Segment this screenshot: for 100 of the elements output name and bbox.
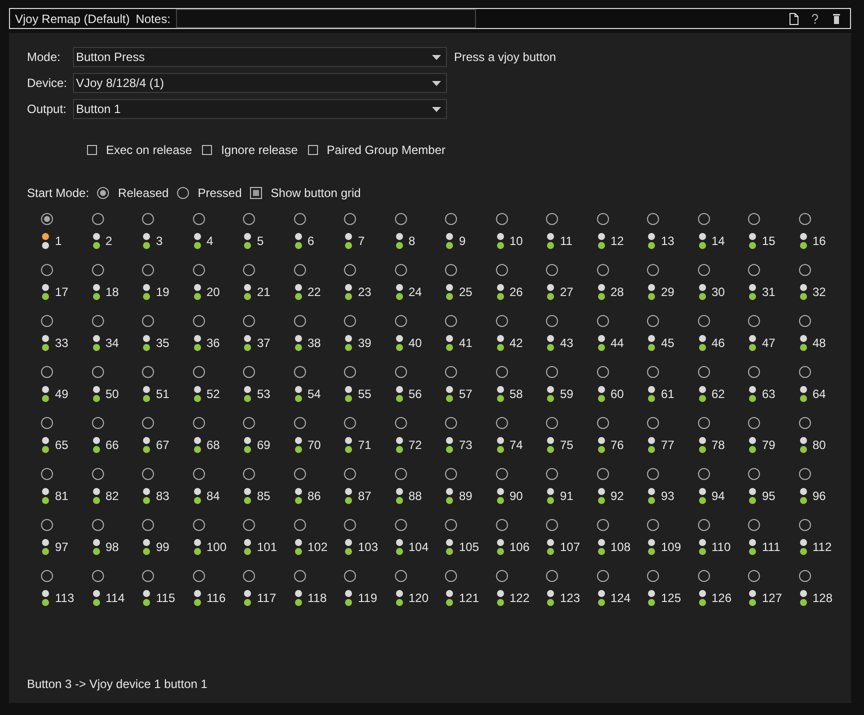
- radio-button[interactable]: [394, 264, 406, 276]
- radio-button[interactable]: [92, 570, 104, 582]
- document-icon[interactable]: [788, 12, 800, 24]
- radio-button[interactable]: [192, 366, 204, 378]
- radio-button[interactable]: [596, 264, 608, 276]
- radio-button[interactable]: [394, 468, 406, 480]
- radio-button[interactable]: [192, 519, 204, 531]
- radio-button[interactable]: [41, 315, 53, 327]
- radio-button[interactable]: [294, 264, 306, 276]
- radio-button[interactable]: [294, 468, 306, 480]
- radio-button[interactable]: [192, 570, 204, 582]
- radio-button[interactable]: [546, 366, 558, 378]
- radio-button[interactable]: [394, 213, 406, 225]
- radio-button[interactable]: [445, 468, 457, 480]
- radio-button[interactable]: [596, 366, 608, 378]
- radio-button[interactable]: [748, 315, 760, 327]
- radio-button[interactable]: [647, 519, 659, 531]
- radio-button[interactable]: [92, 366, 104, 378]
- radio-button[interactable]: [445, 570, 457, 582]
- radio-button[interactable]: [243, 315, 255, 327]
- dropdown[interactable]: VJoy 8/128/4 (1): [73, 73, 447, 93]
- radio-button[interactable]: [243, 468, 255, 480]
- radio-button[interactable]: [546, 213, 558, 225]
- radio-button[interactable]: [596, 417, 608, 429]
- radio-button[interactable]: [394, 366, 406, 378]
- radio-button[interactable]: [243, 264, 255, 276]
- radio-button[interactable]: [596, 519, 608, 531]
- radio-button[interactable]: [596, 213, 608, 225]
- radio-button[interactable]: [142, 213, 154, 225]
- radio-button[interactable]: [394, 417, 406, 429]
- radio-button[interactable]: [344, 213, 356, 225]
- radio-button[interactable]: [176, 187, 189, 199]
- radio-button[interactable]: [92, 315, 104, 327]
- radio-button[interactable]: [445, 519, 457, 531]
- radio-button[interactable]: [344, 417, 356, 429]
- radio-button[interactable]: [243, 570, 255, 582]
- radio-button[interactable]: [546, 264, 558, 276]
- radio-button[interactable]: [294, 417, 306, 429]
- radio-button[interactable]: [192, 315, 204, 327]
- radio-button[interactable]: [546, 519, 558, 531]
- dropdown[interactable]: Button Press: [73, 47, 447, 67]
- radio-button[interactable]: [647, 264, 659, 276]
- radio-button[interactable]: [243, 519, 255, 531]
- radio-button[interactable]: [698, 570, 710, 582]
- radio-button[interactable]: [192, 417, 204, 429]
- radio-button[interactable]: [496, 366, 508, 378]
- radio-button[interactable]: [445, 417, 457, 429]
- trash-icon[interactable]: [830, 12, 842, 24]
- radio-button[interactable]: [496, 213, 508, 225]
- radio-button[interactable]: [344, 468, 356, 480]
- radio-button[interactable]: [596, 315, 608, 327]
- notes-field[interactable]: [176, 9, 476, 28]
- radio-button[interactable]: [41, 468, 53, 480]
- radio-button[interactable]: [546, 315, 558, 327]
- radio-button[interactable]: [142, 417, 154, 429]
- radio-button[interactable]: [92, 468, 104, 480]
- radio-button[interactable]: [142, 264, 154, 276]
- radio-button[interactable]: [798, 264, 810, 276]
- radio-button[interactable]: [647, 315, 659, 327]
- radio-button[interactable]: [445, 366, 457, 378]
- radio-button[interactable]: [748, 417, 760, 429]
- radio-button[interactable]: [748, 264, 760, 276]
- radio-button[interactable]: [92, 417, 104, 429]
- radio-button[interactable]: [41, 213, 53, 225]
- radio-button[interactable]: [798, 366, 810, 378]
- radio-button[interactable]: [192, 468, 204, 480]
- radio-button[interactable]: [294, 213, 306, 225]
- radio-button[interactable]: [344, 366, 356, 378]
- radio-button[interactable]: [798, 315, 810, 327]
- radio-button[interactable]: [698, 264, 710, 276]
- radio-button[interactable]: [798, 213, 810, 225]
- radio-button[interactable]: [546, 570, 558, 582]
- radio-button[interactable]: [748, 570, 760, 582]
- radio-button[interactable]: [142, 315, 154, 327]
- radio-button[interactable]: [97, 187, 110, 199]
- radio-button[interactable]: [496, 315, 508, 327]
- radio-button[interactable]: [142, 570, 154, 582]
- radio-button[interactable]: [394, 570, 406, 582]
- radio-button[interactable]: [41, 570, 53, 582]
- dropdown[interactable]: Button 1: [73, 99, 447, 119]
- radio-button[interactable]: [192, 213, 204, 225]
- radio-button[interactable]: [748, 519, 760, 531]
- radio-button[interactable]: [41, 366, 53, 378]
- radio-button[interactable]: [647, 417, 659, 429]
- checkbox[interactable]: [250, 187, 262, 199]
- radio-button[interactable]: [748, 213, 760, 225]
- radio-button[interactable]: [92, 519, 104, 531]
- radio-button[interactable]: [698, 315, 710, 327]
- radio-button[interactable]: [294, 519, 306, 531]
- radio-button[interactable]: [647, 366, 659, 378]
- radio-button[interactable]: [92, 264, 104, 276]
- radio-button[interactable]: [142, 366, 154, 378]
- radio-button[interactable]: [445, 264, 457, 276]
- radio-button[interactable]: [496, 468, 508, 480]
- radio-button[interactable]: [41, 519, 53, 531]
- radio-button[interactable]: [798, 417, 810, 429]
- checkbox[interactable]: [308, 145, 318, 155]
- radio-button[interactable]: [344, 519, 356, 531]
- radio-button[interactable]: [445, 315, 457, 327]
- radio-button[interactable]: [142, 519, 154, 531]
